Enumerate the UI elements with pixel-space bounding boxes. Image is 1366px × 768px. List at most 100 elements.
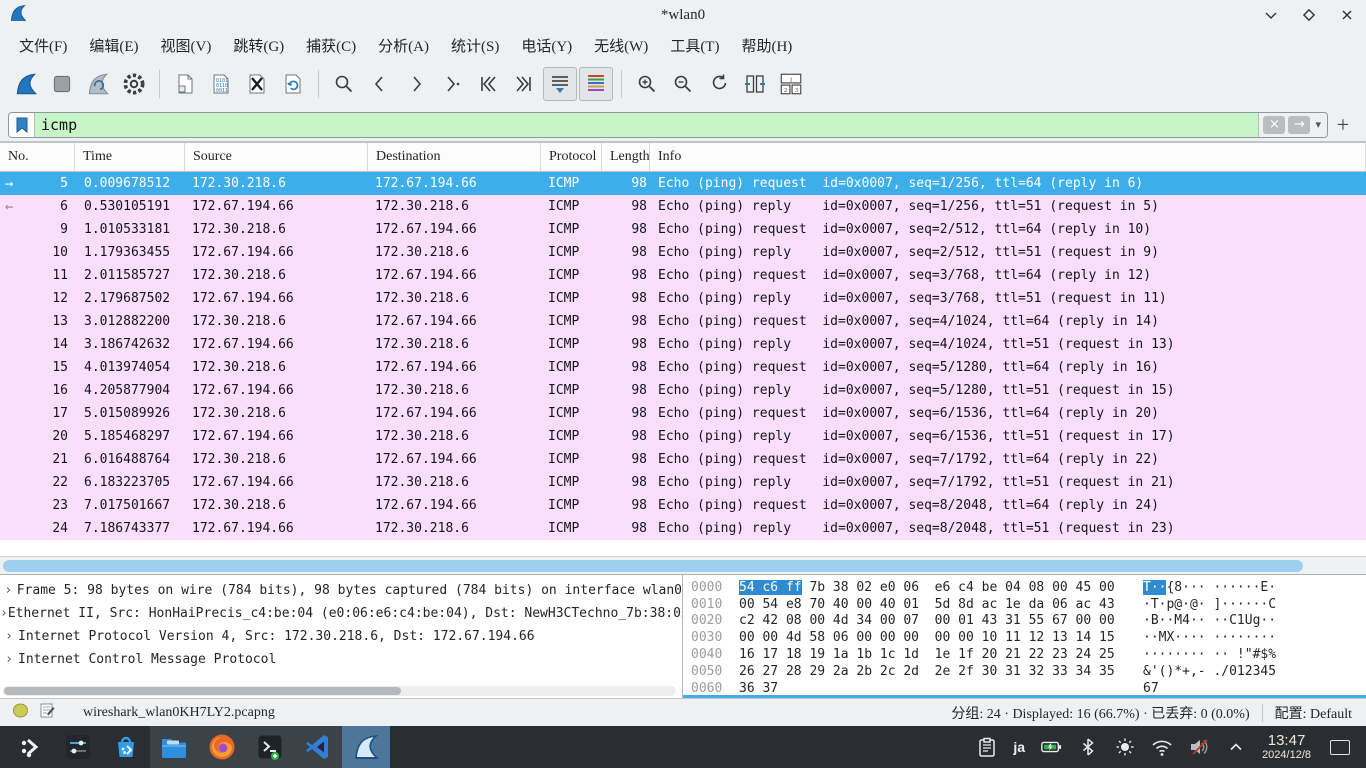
go-forward-button[interactable] xyxy=(399,67,433,101)
zoom-in-button[interactable] xyxy=(630,67,664,101)
column-no[interactable]: No. xyxy=(0,143,75,171)
expand-arrow-icon[interactable]: › xyxy=(0,583,17,598)
restart-capture-button[interactable] xyxy=(81,67,115,101)
column-destination[interactable]: Destination xyxy=(368,143,541,171)
filter-dropdown-icon[interactable]: ▾ xyxy=(1313,118,1323,131)
terminal-icon[interactable] xyxy=(246,726,294,768)
maximize-icon[interactable] xyxy=(1300,6,1318,24)
menu-item-6[interactable]: 统计(S) xyxy=(440,32,510,59)
filter-apply-icon[interactable]: → xyxy=(1288,116,1310,134)
column-length[interactable]: Length xyxy=(602,143,650,171)
battery-icon[interactable] xyxy=(1040,736,1062,758)
packet-row[interactable]: 205.185468297172.67.194.66172.30.218.6IC… xyxy=(0,425,1366,448)
packet-row[interactable]: 133.012882200172.30.218.6172.67.194.66IC… xyxy=(0,310,1366,333)
detail-line[interactable]: ›Ethernet II, Src: HonHaiPrecis_c4:be:04… xyxy=(0,602,682,625)
column-time[interactable]: Time xyxy=(75,143,185,171)
hex-row[interactable]: 001000 54 e8 70 40 00 40 01 5d 8d ac 1e … xyxy=(691,596,1366,613)
first-packet-button[interactable] xyxy=(471,67,505,101)
packet-row[interactable]: 247.186743377172.67.194.66172.30.218.6IC… xyxy=(0,517,1366,540)
menu-item-1[interactable]: 编辑(E) xyxy=(78,32,149,59)
layout-123-button[interactable]: 123 xyxy=(774,67,808,101)
menu-item-7[interactable]: 电话(Y) xyxy=(510,32,583,59)
volume-muted-icon[interactable] xyxy=(1188,736,1210,758)
brightness-icon[interactable] xyxy=(1114,736,1136,758)
open-file-button[interactable] xyxy=(168,67,202,101)
packet-row[interactable]: 122.179687502172.67.194.66172.30.218.6IC… xyxy=(0,287,1366,310)
packet-row[interactable]: 112.011585727172.30.218.6172.67.194.66IC… xyxy=(0,264,1366,287)
menu-item-8[interactable]: 无线(W) xyxy=(583,32,659,59)
find-packet-button[interactable] xyxy=(327,67,361,101)
save-file-button[interactable]: 010101100011 xyxy=(204,67,238,101)
system-settings-icon[interactable] xyxy=(54,726,102,768)
expand-arrow-icon[interactable]: › xyxy=(0,629,18,644)
capture-comment-icon[interactable] xyxy=(39,702,55,723)
packet-row[interactable]: 91.010533181172.30.218.6172.67.194.66ICM… xyxy=(0,218,1366,241)
go-back-button[interactable] xyxy=(363,67,397,101)
firefox-icon[interactable] xyxy=(198,726,246,768)
packet-row[interactable]: ←60.530105191172.67.194.66172.30.218.6IC… xyxy=(0,195,1366,218)
filter-text[interactable]: icmp xyxy=(35,113,1258,137)
detail-line[interactable]: ›Internet Control Message Protocol xyxy=(0,648,682,671)
go-to-packet-button[interactable] xyxy=(435,67,469,101)
last-packet-button[interactable] xyxy=(507,67,541,101)
menu-item-4[interactable]: 捕获(C) xyxy=(295,32,367,59)
zoom-reset-button[interactable] xyxy=(702,67,736,101)
packet-row[interactable]: 216.016488764172.30.218.6172.67.194.66IC… xyxy=(0,448,1366,471)
expand-tray-icon[interactable] xyxy=(1225,736,1247,758)
column-protocol[interactable]: Protocol xyxy=(541,143,602,171)
menu-item-9[interactable]: 工具(T) xyxy=(659,32,730,59)
bluetooth-icon[interactable] xyxy=(1077,736,1099,758)
filter-bookmark-icon[interactable] xyxy=(9,113,35,137)
minimize-icon[interactable] xyxy=(1262,6,1280,24)
clipboard-icon[interactable] xyxy=(976,736,998,758)
detail-hscrollbar[interactable] xyxy=(3,686,676,696)
vscode-icon[interactable] xyxy=(294,726,342,768)
detail-line[interactable]: ›Frame 5: 98 bytes on wire (784 bits), 9… xyxy=(0,579,682,602)
stop-capture-button[interactable] xyxy=(45,67,79,101)
expand-arrow-icon[interactable]: › xyxy=(0,652,18,667)
hex-row[interactable]: 005026 27 28 29 2a 2b 2c 2d 2e 2f 30 31 … xyxy=(691,663,1366,680)
packet-row[interactable]: 226.183223705172.67.194.66172.30.218.6IC… xyxy=(0,471,1366,494)
expand-arrow-icon[interactable]: › xyxy=(0,606,8,621)
start-capture-button[interactable] xyxy=(9,67,43,101)
packet-row[interactable]: 164.205877904172.67.194.66172.30.218.6IC… xyxy=(0,379,1366,402)
add-filter-button[interactable]: + xyxy=(1328,112,1358,138)
hex-row[interactable]: 004016 17 18 19 1a 1b 1c 1d 1e 1f 20 21 … xyxy=(691,646,1366,663)
menu-item-0[interactable]: 文件(F) xyxy=(8,32,78,59)
packet-row[interactable]: 101.179363455172.67.194.66172.30.218.6IC… xyxy=(0,241,1366,264)
column-source[interactable]: Source xyxy=(185,143,368,171)
expert-info-icon[interactable] xyxy=(12,703,29,723)
packet-row[interactable]: 237.017501667172.30.218.6172.67.194.66IC… xyxy=(0,494,1366,517)
app-launcher-icon[interactable] xyxy=(6,726,54,768)
clock[interactable]: 13:47 2024/12/8 xyxy=(1262,733,1311,762)
detail-line[interactable]: ›Internet Protocol Version 4, Src: 172.3… xyxy=(0,625,682,648)
packet-row[interactable]: 143.186742632172.67.194.66172.30.218.6IC… xyxy=(0,333,1366,356)
menu-item-10[interactable]: 帮助(H) xyxy=(730,32,803,59)
menu-item-5[interactable]: 分析(A) xyxy=(367,32,440,59)
hex-row[interactable]: 0020c2 42 08 00 4d 34 00 07 00 01 43 31 … xyxy=(691,613,1366,630)
menu-item-3[interactable]: 跳转(G) xyxy=(222,32,295,59)
hex-row[interactable]: 003000 00 4d 58 06 00 00 00 00 00 10 11 … xyxy=(691,629,1366,646)
auto-scroll-button[interactable] xyxy=(543,67,577,101)
hex-row[interactable]: 000054 c6 ff 7b 38 02 e0 06 e6 c4 be 04 … xyxy=(691,579,1366,596)
file-manager-icon[interactable] xyxy=(150,726,198,768)
display-filter-input[interactable]: icmp × → ▾ xyxy=(8,112,1328,138)
input-method-indicator[interactable]: ja xyxy=(1013,739,1025,755)
show-desktop-button[interactable] xyxy=(1330,740,1350,755)
close-file-button[interactable] xyxy=(240,67,274,101)
filter-clear-icon[interactable]: × xyxy=(1263,116,1285,134)
packet-row[interactable]: 154.013974054172.30.218.6172.67.194.66IC… xyxy=(0,356,1366,379)
packet-list-hscrollbar[interactable] xyxy=(0,556,1366,574)
wireshark-taskbar-icon[interactable] xyxy=(342,726,390,768)
colorize-button[interactable] xyxy=(579,67,613,101)
resize-columns-button[interactable] xyxy=(738,67,772,101)
capture-options-button[interactable] xyxy=(117,67,151,101)
packet-row[interactable]: 175.015089926172.30.218.6172.67.194.66IC… xyxy=(0,402,1366,425)
menu-item-2[interactable]: 视图(V) xyxy=(150,32,223,59)
column-info[interactable]: Info xyxy=(650,143,1366,171)
close-icon[interactable] xyxy=(1338,6,1356,24)
discover-store-icon[interactable] xyxy=(102,726,150,768)
packet-row[interactable]: →50.009678512172.30.218.6172.67.194.66IC… xyxy=(0,172,1366,195)
scrollbar-thumb[interactable] xyxy=(4,687,401,695)
zoom-out-button[interactable] xyxy=(666,67,700,101)
